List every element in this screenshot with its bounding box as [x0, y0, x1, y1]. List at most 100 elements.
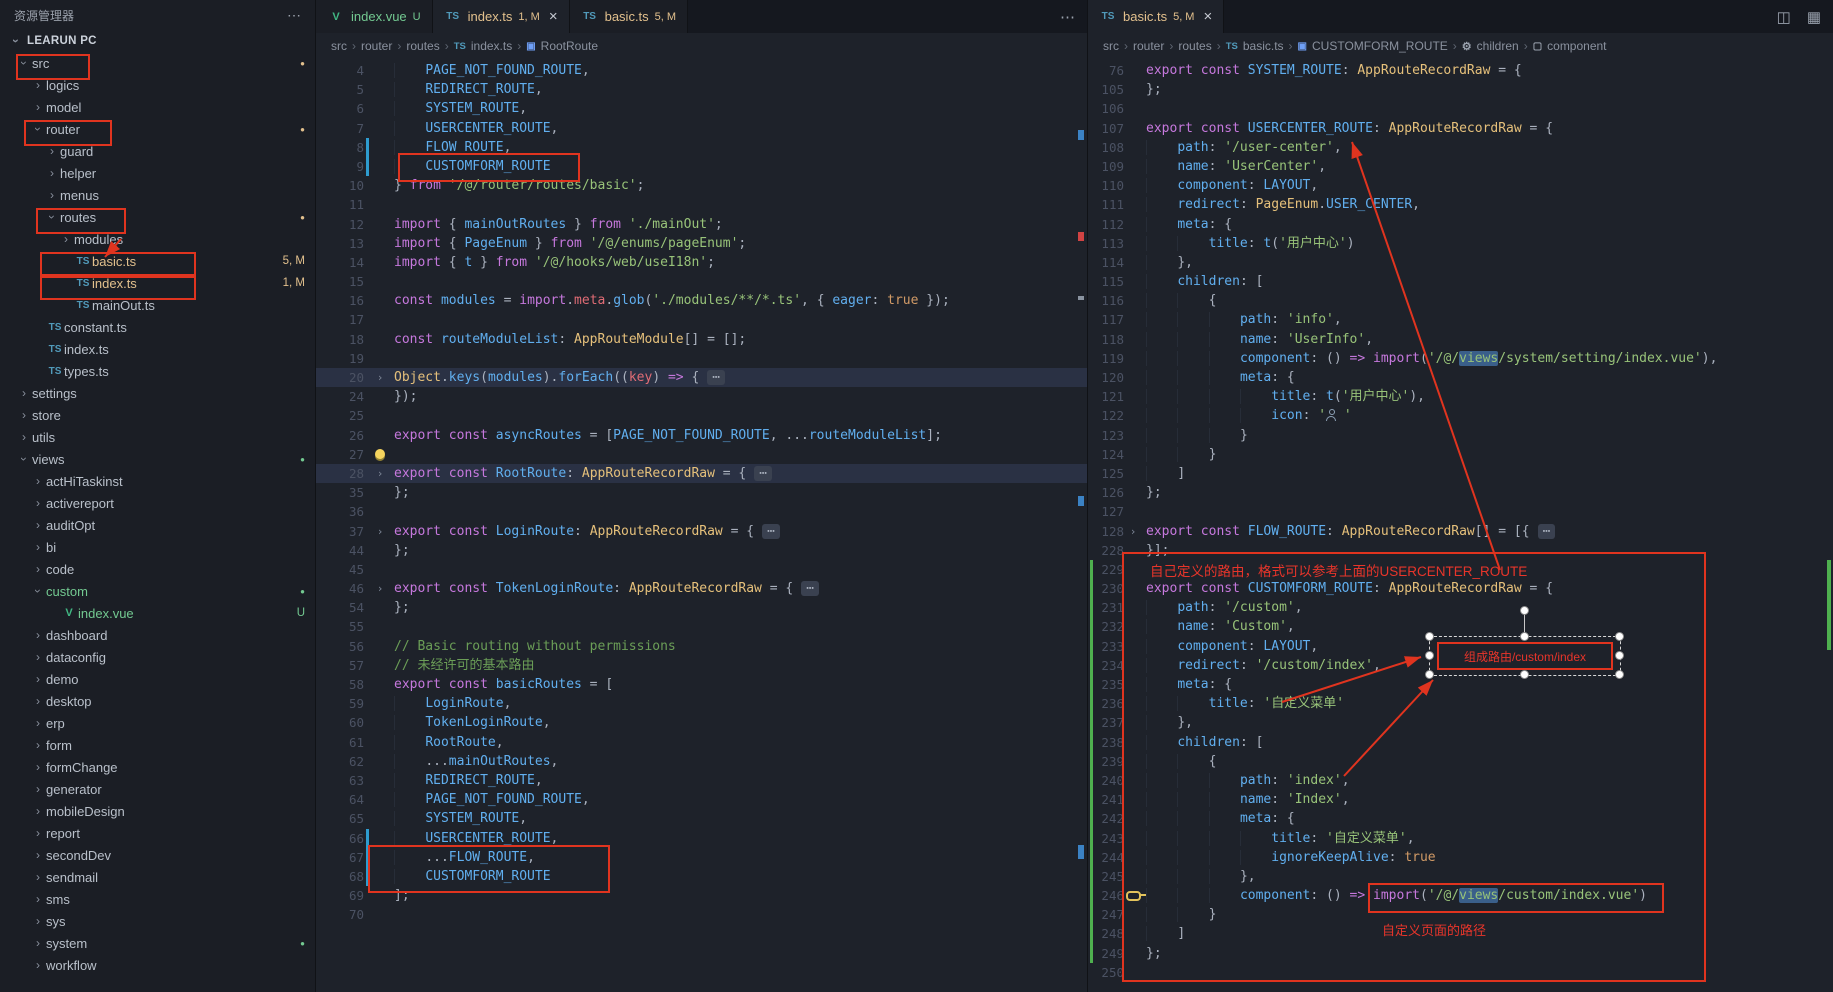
chevron-right-icon[interactable]: › [30, 958, 46, 972]
code-line-111[interactable]: 111 redirect: PageEnum.USER_CENTER, [1088, 195, 1833, 214]
tree-item-modules[interactable]: ›modules [0, 228, 315, 250]
tree-item-report[interactable]: ›report [0, 822, 315, 844]
tree-item-secondDev[interactable]: ›secondDev [0, 844, 315, 866]
folded-code-icon[interactable]: ⋯ [754, 466, 772, 481]
folded-code-icon[interactable]: ⋯ [762, 524, 780, 539]
folded-code-icon[interactable]: ⋯ [707, 370, 725, 385]
breadcrumb-item-routes[interactable]: routes [406, 39, 439, 53]
tree-item-system[interactable]: ›system● [0, 932, 315, 954]
tree-item-guard[interactable]: ›guard [0, 140, 315, 162]
code-line-249[interactable]: 249}; [1088, 944, 1833, 963]
breadcrumb-item-router[interactable]: router [361, 39, 392, 53]
code-line-105[interactable]: 105}; [1088, 80, 1833, 99]
code-line-46[interactable]: 46›export const TokenLoginRoute: AppRout… [316, 579, 1087, 598]
code-line-124[interactable]: 124 } [1088, 445, 1833, 464]
code-line-15[interactable]: 15 [316, 272, 1087, 291]
code-line-58[interactable]: 58export const basicRoutes = [ [316, 675, 1087, 694]
tree-item-custom[interactable]: ›custom● [0, 580, 315, 602]
code-line-36[interactable]: 36 [316, 502, 1087, 521]
chevron-down-icon[interactable]: › [17, 55, 31, 71]
fold-chevron-icon[interactable]: › [370, 368, 390, 387]
code-line-9[interactable]: 9 CUSTOMFORM_ROUTE [316, 157, 1087, 176]
code-line-233[interactable]: 233 component: LAYOUT, [1088, 637, 1833, 656]
close-icon[interactable]: × [549, 9, 558, 24]
code-line-56[interactable]: 56// Basic routing without permissions [316, 637, 1087, 656]
code-line-68[interactable]: 68 CUSTOMFORM_ROUTE [316, 867, 1087, 886]
chevron-right-icon[interactable]: › [30, 936, 46, 950]
tree-item-auditOpt[interactable]: ›auditOpt [0, 514, 315, 536]
code-line-16[interactable]: 16const modules = import.meta.glob('./mo… [316, 291, 1087, 310]
code-line-128[interactable]: 128›export const FLOW_ROUTE: AppRouteRec… [1088, 522, 1833, 541]
chevron-right-icon[interactable]: › [44, 144, 60, 158]
chevron-right-icon[interactable]: › [58, 232, 74, 246]
breadcrumb-item-basic.ts[interactable]: basic.ts [1243, 39, 1284, 53]
tree-item-index.ts[interactable]: TSindex.ts [0, 338, 315, 360]
tree-item-erp[interactable]: ›erp [0, 712, 315, 734]
breadcrumb-item-RootRoute[interactable]: RootRoute [541, 39, 598, 53]
breadcrumb-item-CUSTOMFORM_ROUTE[interactable]: CUSTOMFORM_ROUTE [1312, 39, 1448, 53]
code-line-4[interactable]: 4 PAGE_NOT_FOUND_ROUTE, [316, 61, 1087, 80]
code-line-235[interactable]: 235 meta: { [1088, 675, 1833, 694]
code-line-59[interactable]: 59 LoginRoute, [316, 694, 1087, 713]
code-line-28[interactable]: 28›export const RootRoute: AppRouteRecor… [316, 464, 1087, 483]
chevron-right-icon[interactable]: › [30, 760, 46, 774]
chevron-right-icon[interactable]: › [44, 166, 60, 180]
tree-item-logics[interactable]: ›logics [0, 74, 315, 96]
tab-basic.ts[interactable]: TSbasic.ts5, M [570, 0, 688, 33]
chevron-right-icon[interactable]: › [30, 100, 46, 114]
tree-item-dashboard[interactable]: ›dashboard [0, 624, 315, 646]
code-line-231[interactable]: 231 path: '/custom', [1088, 598, 1833, 617]
chevron-right-icon[interactable]: › [30, 826, 46, 840]
code-line-70[interactable]: 70 [316, 905, 1087, 924]
fold-chevron-icon[interactable]: › [370, 464, 390, 483]
code-line-239[interactable]: 239 { [1088, 752, 1833, 771]
code-line-61[interactable]: 61 RootRoute, [316, 733, 1087, 752]
chevron-right-icon[interactable]: › [30, 650, 46, 664]
code-line-67[interactable]: 67 ...FLOW_ROUTE, [316, 848, 1087, 867]
tree-item-generator[interactable]: ›generator [0, 778, 315, 800]
tree-item-routes[interactable]: ›routes● [0, 206, 315, 228]
code-line-117[interactable]: 117 path: 'info', [1088, 310, 1833, 329]
code-line-246[interactable]: 246 component: () => import('/@/views/cu… [1088, 886, 1833, 905]
chevron-down-icon[interactable]: › [17, 451, 31, 467]
tree-item-store[interactable]: ›store [0, 404, 315, 426]
chevron-right-icon[interactable]: › [30, 562, 46, 576]
breadcrumb-item-index.ts[interactable]: index.ts [471, 39, 512, 53]
code-line-236[interactable]: 236 title: '自定义菜单' [1088, 694, 1833, 713]
code-line-118[interactable]: 118 name: 'UserInfo', [1088, 330, 1833, 349]
code-line-55[interactable]: 55 [316, 617, 1087, 636]
chevron-right-icon[interactable]: › [30, 914, 46, 928]
close-icon[interactable]: × [1203, 9, 1212, 24]
code-line-234[interactable]: 234 redirect: '/custom/index', [1088, 656, 1833, 675]
code-line-121[interactable]: 121 title: t('用户中心'), [1088, 387, 1833, 406]
chevron-right-icon[interactable]: › [30, 870, 46, 884]
code-line-237[interactable]: 237 }, [1088, 713, 1833, 732]
chevron-down-icon[interactable]: › [45, 209, 59, 225]
chevron-right-icon[interactable]: › [16, 386, 32, 400]
code-line-18[interactable]: 18const routeModuleList: AppRouteModule[… [316, 330, 1087, 349]
code-line-108[interactable]: 108 path: '/user-center', [1088, 138, 1833, 157]
chevron-right-icon[interactable]: › [30, 782, 46, 796]
tree-item-constant.ts[interactable]: TSconstant.ts [0, 316, 315, 338]
tree-item-activereport[interactable]: ›activereport [0, 492, 315, 514]
chevron-right-icon[interactable]: › [30, 474, 46, 488]
chevron-down-icon[interactable]: › [31, 121, 45, 137]
code-line-245[interactable]: 245 }, [1088, 867, 1833, 886]
tree-item-form[interactable]: ›form [0, 734, 315, 756]
code-line-114[interactable]: 114 }, [1088, 253, 1833, 272]
code-line-45[interactable]: 45 [316, 560, 1087, 579]
code-line-19[interactable]: 19 [316, 349, 1087, 368]
code-line-64[interactable]: 64 PAGE_NOT_FOUND_ROUTE, [316, 790, 1087, 809]
code-line-127[interactable]: 127 [1088, 502, 1833, 521]
tree-item-actHiTaskinst[interactable]: ›actHiTaskinst [0, 470, 315, 492]
split-editor-icon[interactable]: ◫ [1777, 8, 1791, 26]
folded-code-icon[interactable]: ⋯ [1538, 524, 1556, 539]
code-line-44[interactable]: 44}; [316, 541, 1087, 560]
editor-actions-more-icon[interactable]: ⋯ [1060, 8, 1075, 26]
code-line-113[interactable]: 113 title: t('用户中心') [1088, 234, 1833, 253]
tree-item-model[interactable]: ›model [0, 96, 315, 118]
tree-item-workflow[interactable]: ›workflow [0, 954, 315, 976]
breadcrumb-item-src[interactable]: src [331, 39, 347, 53]
code-line-125[interactable]: 125 ] [1088, 464, 1833, 483]
explorer-more-icon[interactable]: ⋯ [287, 7, 301, 24]
